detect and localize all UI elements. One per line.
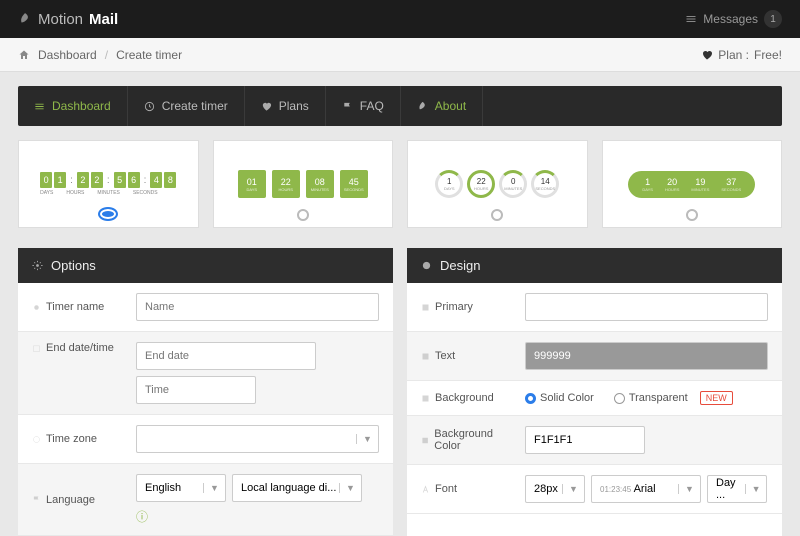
new-tag: NEW xyxy=(700,391,733,405)
font-family-select[interactable]: 01:23:45 Arial▼ xyxy=(591,475,701,503)
bg-icon xyxy=(421,436,429,445)
menu-icon xyxy=(34,101,45,112)
end-date-input[interactable] xyxy=(136,342,316,370)
breadcrumb-current: Create timer xyxy=(116,48,182,62)
home-icon xyxy=(18,49,30,61)
language-select[interactable]: English▼ xyxy=(136,474,226,502)
timer-style-3[interactable]: 1DAYS 22HOURS 0MINUTES 14SECONDS xyxy=(407,140,588,228)
style-radio[interactable] xyxy=(491,209,503,221)
paint-icon xyxy=(421,260,432,271)
timer-name-input[interactable] xyxy=(136,293,379,321)
style-radio[interactable] xyxy=(98,207,118,221)
timer-style-2[interactable]: 01DAYS 22HOURS 08MINUTES 45SECONDS xyxy=(213,140,394,228)
end-time-input[interactable] xyxy=(136,376,256,404)
text-color-input[interactable] xyxy=(525,342,768,370)
leaf-icon xyxy=(417,101,428,112)
heart-icon xyxy=(261,101,272,112)
chevron-down-icon: ▼ xyxy=(339,483,357,493)
flag-icon xyxy=(32,495,41,504)
nav-plans[interactable]: Plans xyxy=(245,86,326,126)
gear-icon xyxy=(32,260,43,271)
language-display-select[interactable]: Local language di...▼ xyxy=(232,474,362,502)
subbar: Dashboard / Create timer Plan : Free! xyxy=(0,38,800,72)
timer-style-previews: 01: 22: 56: 48 DAYSHOURSMINUTESSECONDS 0… xyxy=(18,140,782,228)
style-radio[interactable] xyxy=(686,209,698,221)
plan-indicator: Plan : Free! xyxy=(701,48,782,62)
tag-icon xyxy=(32,303,41,312)
clock-icon xyxy=(144,101,155,112)
flag-icon xyxy=(342,101,353,112)
timer-style-4[interactable]: 1DAYS 20HOURS 19MINUTES 37SECONDS xyxy=(602,140,783,228)
chevron-down-icon: ▼ xyxy=(678,484,696,494)
options-header: Options xyxy=(18,248,393,283)
calendar-icon xyxy=(32,344,41,353)
chevron-down-icon: ▼ xyxy=(745,484,762,494)
bgcolor-input[interactable] xyxy=(525,426,645,454)
nav-create-timer[interactable]: Create timer xyxy=(128,86,245,126)
topbar: Motion Mail Messages 1 xyxy=(0,0,800,38)
messages-badge: 1 xyxy=(764,10,782,28)
leaf-icon xyxy=(18,12,32,26)
timer-style-1[interactable]: 01: 22: 56: 48 DAYSHOURSMINUTESSECONDS xyxy=(18,140,199,228)
bg-icon xyxy=(421,394,430,403)
breadcrumb: Dashboard / Create timer xyxy=(18,48,182,62)
nav-faq[interactable]: FAQ xyxy=(326,86,401,126)
style-radio[interactable] xyxy=(297,209,309,221)
globe-icon xyxy=(32,435,41,444)
nav-about[interactable]: About xyxy=(401,86,483,126)
brand-suffix: Mail xyxy=(89,11,118,28)
font-labels-select[interactable]: Day ...▼ xyxy=(707,475,767,503)
heart-icon xyxy=(701,49,713,61)
brand-prefix: Motion xyxy=(38,11,83,28)
menu-icon xyxy=(685,13,697,25)
info-icon[interactable]: ⓘ xyxy=(136,508,148,525)
font-icon xyxy=(421,485,430,494)
chevron-down-icon: ▼ xyxy=(356,434,374,444)
chevron-down-icon: ▼ xyxy=(203,483,221,493)
color-icon xyxy=(421,303,430,312)
breadcrumb-root[interactable]: Dashboard xyxy=(38,48,97,62)
timezone-select[interactable]: ▼ xyxy=(136,425,379,453)
design-panel: Design Primary Text Background Solid Col… xyxy=(407,248,782,536)
main-nav: Dashboard Create timer Plans FAQ About xyxy=(18,86,782,126)
color-icon xyxy=(421,352,430,361)
font-size-select[interactable]: 28px▼ xyxy=(525,475,585,503)
design-header: Design xyxy=(407,248,782,283)
messages-link[interactable]: Messages 1 xyxy=(685,10,782,28)
options-panel: Options Timer name End date/time Time zo… xyxy=(18,248,393,536)
logo[interactable]: Motion Mail xyxy=(18,11,118,28)
bg-solid-radio[interactable]: Solid Color xyxy=(525,392,594,404)
nav-dashboard[interactable]: Dashboard xyxy=(18,86,128,126)
primary-color-input[interactable] xyxy=(525,293,768,321)
chevron-down-icon: ▼ xyxy=(562,484,580,494)
bg-transparent-radio[interactable]: Transparent xyxy=(614,392,688,404)
